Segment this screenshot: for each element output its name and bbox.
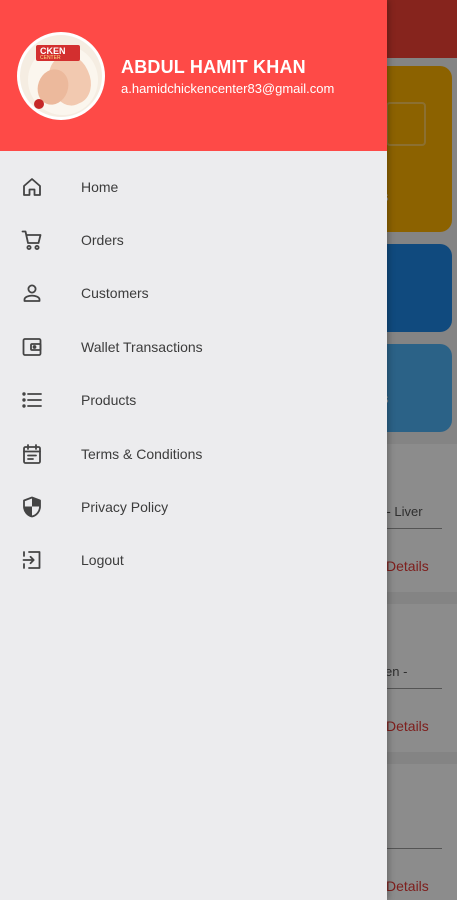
menu-item-label: Orders (81, 232, 124, 249)
menu-item-privacy-policy[interactable]: Privacy Policy (0, 480, 387, 533)
person-icon (19, 280, 45, 306)
menu-item-label: Logout (81, 552, 124, 569)
menu-item-home[interactable]: Home (0, 160, 387, 213)
menu-item-label: Privacy Policy (81, 499, 169, 516)
menu-item-label: Home (81, 178, 119, 195)
menu-item-logout[interactable]: Logout (0, 534, 387, 587)
drawer-header: CKEN CENTER ABDUL HAMIT KHAN a.hamidchic… (0, 0, 387, 151)
shield-icon (19, 494, 45, 520)
avatar[interactable]: CKEN CENTER (17, 32, 105, 120)
menu-item-wallet-transactions[interactable]: Wallet Transactions (0, 320, 387, 373)
logout-icon (19, 547, 45, 573)
cart-icon (19, 227, 45, 253)
wallet-icon (19, 334, 45, 360)
user-name: ABDUL HAMIT KHAN (121, 57, 306, 77)
menu-item-label: Terms & Conditions (81, 445, 203, 462)
user-email: a.hamidchickencenter83@gmail.com (121, 81, 335, 96)
list-icon (19, 387, 45, 413)
avatar-logo-subtext: CENTER (40, 55, 61, 61)
navigation-drawer: CKEN CENTER ABDUL HAMIT KHAN a.hamidchic… (0, 0, 387, 900)
menu-item-products[interactable]: Products (0, 374, 387, 427)
menu-item-label: Customers (81, 285, 149, 302)
menu-item-customers[interactable]: Customers (0, 267, 387, 320)
menu-item-label: Wallet Transactions (81, 338, 203, 355)
drawer-menu: Home Orders Customers Wallet Transaction… (0, 160, 387, 587)
menu-item-label: Products (81, 392, 137, 409)
home-icon (19, 174, 45, 200)
calendar-icon (19, 441, 45, 467)
avatar-tomato (34, 99, 44, 109)
menu-item-terms-conditions[interactable]: Terms & Conditions (0, 427, 387, 480)
menu-item-orders[interactable]: Orders (0, 213, 387, 266)
